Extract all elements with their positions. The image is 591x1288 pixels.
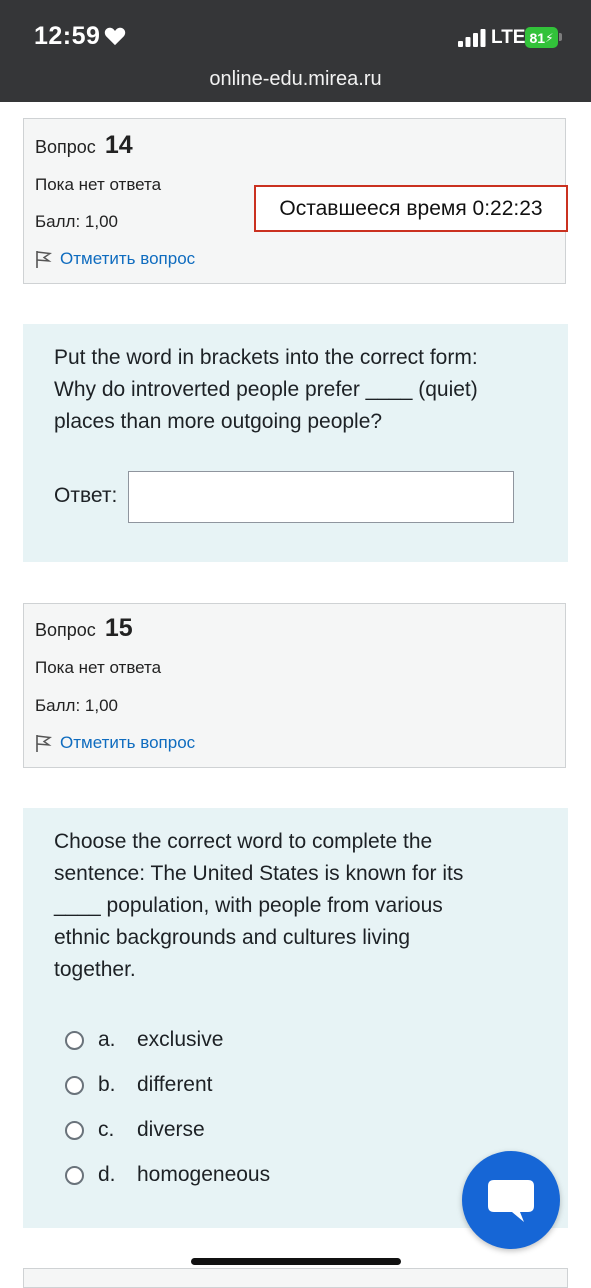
question-state: Пока нет ответа bbox=[35, 658, 162, 677]
radio-button[interactable] bbox=[65, 1030, 84, 1050]
option-text: homogeneous bbox=[137, 1163, 271, 1186]
signal-bars-icon bbox=[458, 29, 486, 47]
question-text-line: ethnic backgrounds and cultures living bbox=[54, 926, 411, 949]
question-number-value: 14 bbox=[104, 131, 133, 159]
flag-question-link[interactable]: Отметить вопрос bbox=[35, 733, 195, 753]
flag-question-label: Отметить вопрос bbox=[60, 249, 196, 268]
answer-input[interactable] bbox=[128, 471, 514, 523]
status-time: 12:59 bbox=[34, 22, 101, 50]
option-text: diverse bbox=[137, 1118, 205, 1141]
question-text-line: Put the word in brackets into the correc… bbox=[54, 346, 478, 369]
question-text-line: places than more outgoing people? bbox=[54, 410, 383, 433]
question-number: Вопрос 15 bbox=[35, 614, 133, 643]
next-question-info bbox=[23, 1268, 568, 1288]
question-number-value: 15 bbox=[104, 614, 133, 642]
address-bar-url[interactable]: online-edu.mirea.ru bbox=[0, 68, 591, 91]
option-a[interactable]: a. exclusive bbox=[65, 1028, 223, 1052]
browser-top-bar: 12:59 LTE 81 ⚡ online-edu.mirea.ru bbox=[0, 0, 591, 102]
heart-icon bbox=[104, 27, 126, 46]
question-label: Вопрос bbox=[35, 620, 96, 640]
charging-icon: ⚡ bbox=[545, 30, 554, 45]
question-text-line: Why do introverted people prefer ____ (q… bbox=[54, 378, 478, 401]
question-number: Вопрос 14 bbox=[35, 131, 133, 160]
flag-icon bbox=[36, 734, 52, 752]
option-text: different bbox=[137, 1073, 213, 1096]
question-grade: Балл: 1,00 bbox=[35, 696, 118, 715]
question-text-line: together. bbox=[54, 958, 136, 981]
question-text-line: ____ population, with people from variou… bbox=[54, 894, 443, 917]
time-remaining: Оставшееся время 0:22:23 bbox=[254, 185, 568, 232]
option-letter: d. bbox=[98, 1163, 116, 1186]
network-type: LTE bbox=[491, 27, 526, 48]
question-text-line: sentence: The United States is known for… bbox=[54, 862, 464, 885]
flag-question-label: Отметить вопрос bbox=[60, 733, 196, 752]
option-letter: c. bbox=[98, 1118, 115, 1141]
chat-button[interactable] bbox=[462, 1151, 560, 1249]
option-letter: a. bbox=[98, 1028, 116, 1051]
chat-bubble-icon bbox=[488, 1180, 534, 1222]
question-grade: Балл: 1,00 bbox=[35, 212, 118, 231]
question-content-14: Put the word in brackets into the correc… bbox=[23, 324, 568, 562]
radio-button[interactable] bbox=[65, 1120, 84, 1140]
question-text-line: Choose the correct word to complete the bbox=[54, 830, 433, 853]
question-text: Put the word in brackets into the correc… bbox=[54, 342, 544, 438]
option-d[interactable]: d. homogeneous bbox=[65, 1163, 270, 1187]
option-text: exclusive bbox=[137, 1028, 224, 1051]
question-label: Вопрос bbox=[35, 137, 96, 157]
option-b[interactable]: b. different bbox=[65, 1073, 213, 1097]
question-text: Choose the correct word to complete the … bbox=[54, 826, 544, 986]
battery-level: 81 bbox=[529, 29, 546, 46]
battery-indicator: 81 ⚡ bbox=[525, 27, 558, 48]
home-indicator[interactable] bbox=[191, 1258, 401, 1265]
battery-tip bbox=[559, 33, 562, 41]
radio-button[interactable] bbox=[65, 1165, 84, 1185]
question-info-15: Вопрос 15 Пока нет ответа Балл: 1,00 Отм… bbox=[23, 603, 566, 768]
option-c[interactable]: c. diverse bbox=[65, 1118, 205, 1142]
flag-icon bbox=[36, 250, 52, 268]
flag-question-link[interactable]: Отметить вопрос bbox=[35, 249, 195, 269]
option-letter: b. bbox=[98, 1073, 116, 1096]
radio-button[interactable] bbox=[65, 1075, 84, 1095]
question-state: Пока нет ответа bbox=[35, 175, 162, 194]
answer-label: Ответ: bbox=[54, 484, 118, 507]
